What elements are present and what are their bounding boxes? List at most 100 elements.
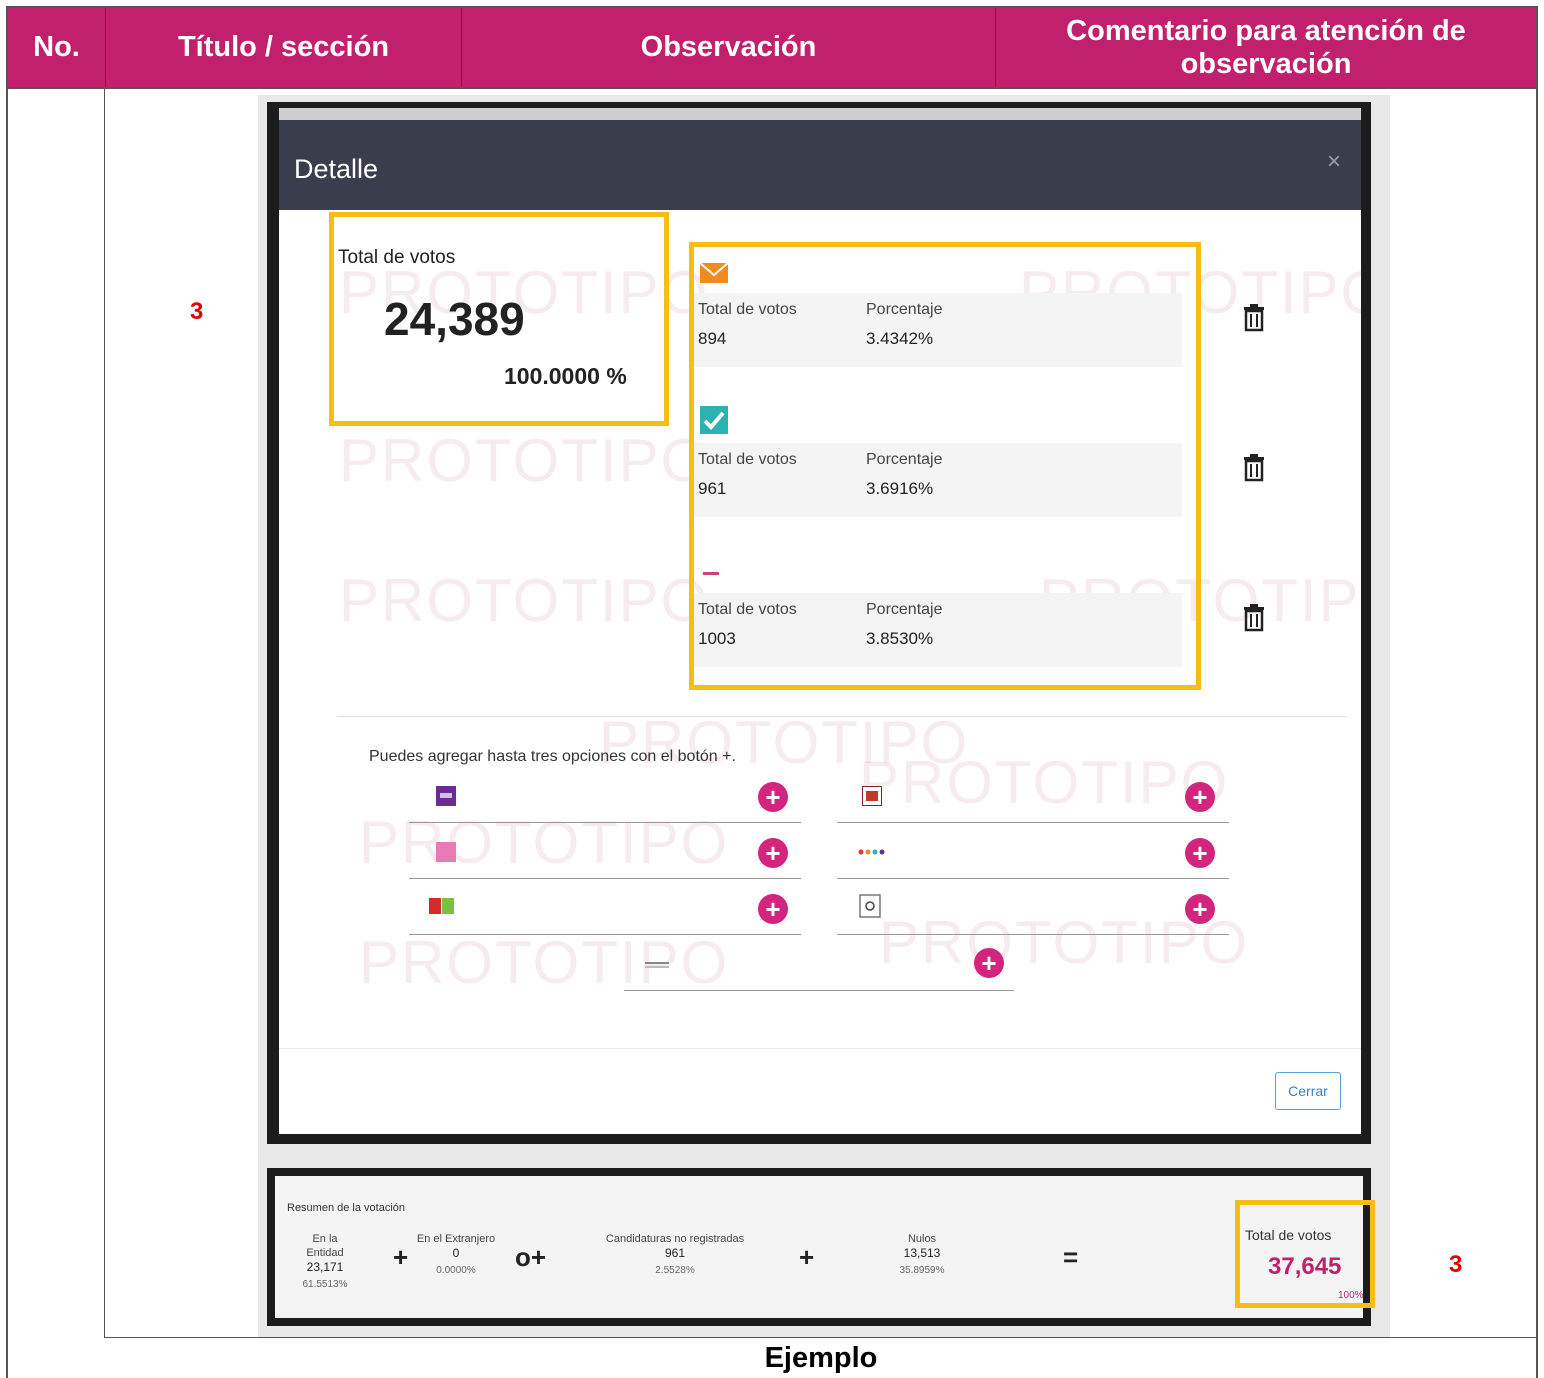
- total-votos-percent: 100.0000 %: [504, 363, 627, 389]
- votes-label: Total de votos: [698, 601, 797, 618]
- modal-content: Detalle × PROTOTIPO PROTOTIPO PROTOTIPO …: [279, 108, 1361, 1134]
- trash-icon[interactable]: [1240, 302, 1268, 332]
- equals-operator: =: [1063, 1242, 1079, 1272]
- percent-value: 3.6916%: [866, 479, 934, 498]
- resumen-content: Resumen de la votación En la Entidad 23,…: [275, 1176, 1375, 1318]
- modal-title: Detalle: [294, 154, 379, 184]
- option-underline: [837, 934, 1229, 935]
- no-registradas-value: 961: [664, 1246, 686, 1260]
- entidad-pct: 61.5513%: [302, 1279, 348, 1290]
- add-option-button[interactable]: +: [758, 838, 788, 868]
- resumen-total-pct: 100%: [1338, 1290, 1364, 1301]
- resumen-total-box: Total de votos 37,645 100%: [1235, 1200, 1375, 1308]
- watermark: PROTOTIPO: [359, 929, 730, 996]
- trash-icon[interactable]: [1240, 602, 1268, 632]
- gray-logo-icon: [645, 962, 669, 968]
- extranjero-pct: 0.0000%: [436, 1265, 476, 1276]
- ci-logo-icon: [859, 894, 881, 918]
- envelope-logo-icon: [699, 262, 729, 283]
- option-underline: [837, 822, 1229, 823]
- pes-logo-icon: [436, 786, 456, 806]
- cerrar-button[interactable]: Cerrar: [1275, 1072, 1341, 1110]
- modal-header: Detalle ×: [279, 120, 1361, 210]
- extranjero-label: En el Extranjero: [416, 1233, 496, 1245]
- candidate-card: Total de votos 961 Porcentaje 3.6916%: [694, 397, 1184, 547]
- percent-label: Porcentaje: [866, 601, 943, 618]
- add-option-button[interactable]: +: [1185, 894, 1215, 924]
- option-underline: [837, 878, 1229, 879]
- add-options-hint: Puedes agregar hasta tres opciones con e…: [369, 748, 736, 765]
- header-no: No.: [8, 8, 106, 87]
- no-registradas-label: Candidaturas no registradas: [605, 1233, 745, 1245]
- detalle-modal: Detalle × PROTOTIPO PROTOTIPO PROTOTIPO …: [267, 102, 1371, 1144]
- percent-label: Porcentaje: [866, 301, 943, 318]
- candidate-card: Total de votos 1003 Porcentaje 3.8530%: [694, 547, 1184, 697]
- watermark: PROTOTIPO: [599, 709, 970, 776]
- trash-icon[interactable]: [1240, 452, 1268, 482]
- watermark: PROTOTIPO: [339, 427, 710, 494]
- background-page-strip: [279, 108, 1361, 120]
- resumen-nulos: Nulos 13,513 35.8959%: [887, 1232, 957, 1278]
- footer-divider: [279, 1048, 1361, 1049]
- plus-operator: +: [799, 1242, 815, 1272]
- no-registradas-pct: 2.5528%: [655, 1265, 695, 1276]
- fxm-logo-icon: [429, 898, 454, 914]
- resumen-total-label: Total de votos: [1245, 1227, 1332, 1243]
- marker-left: 3: [190, 298, 204, 325]
- marker-right: 3: [1449, 1251, 1463, 1278]
- resumen-total-value: 37,645: [1268, 1253, 1342, 1280]
- watermark: PROTOTIPO: [859, 749, 1230, 816]
- column-divider: [104, 89, 105, 1337]
- total-votos-label: Total de votos: [338, 247, 456, 268]
- resumen-title: Resumen de la votación: [287, 1202, 406, 1214]
- resumen-votacion: Resumen de la votación En la Entidad 23,…: [267, 1168, 1375, 1326]
- header-observacion: Observación: [462, 8, 996, 87]
- add-option-button[interactable]: +: [758, 782, 788, 812]
- entidad-value: 23,171: [306, 1260, 344, 1274]
- add-option-button[interactable]: +: [1185, 838, 1215, 868]
- option-underline: [409, 934, 801, 935]
- option-underline: [409, 822, 801, 823]
- votes-label: Total de votos: [698, 301, 797, 318]
- rsp-logo-icon: [436, 842, 456, 862]
- candidates-box: Total de votos 894 Porcentaje 3.4342% To…: [689, 242, 1201, 690]
- total-votos-box: Total de votos 24,389 100.0000 %: [329, 212, 669, 426]
- dash-logo-icon: [703, 572, 719, 575]
- total-votos-value: 24,389: [384, 293, 525, 345]
- nulos-pct: 35.8959%: [899, 1265, 945, 1276]
- add-option-button[interactable]: +: [758, 894, 788, 924]
- watermark: PROTOTIPO: [359, 809, 730, 876]
- nulos-label: Nulos: [907, 1233, 937, 1245]
- resumen-entidad: En la Entidad 23,171 61.5513%: [297, 1232, 353, 1292]
- extranjero-value: 0: [452, 1246, 460, 1260]
- add-option-button[interactable]: +: [974, 948, 1004, 978]
- percent-value: 3.4342%: [866, 329, 934, 348]
- nulos-value: 13,513: [903, 1246, 941, 1260]
- votes-value: 1003: [698, 629, 736, 648]
- option-underline: [409, 878, 801, 879]
- pt-morena-logo-icon: [862, 786, 882, 806]
- multicolor-dots-icon: [858, 849, 885, 855]
- header-comentario: Comentario para atención de observación: [1066, 15, 1466, 80]
- votes-value: 961: [698, 479, 727, 498]
- candidate-card: Total de votos 894 Porcentaje 3.4342%: [694, 247, 1184, 397]
- watermark: PROTOTIPO: [339, 567, 710, 634]
- candidate-row: Total de votos 894 Porcentaje 3.4342%: [694, 293, 1182, 367]
- add-option-button[interactable]: +: [1185, 782, 1215, 812]
- plus-operator: +: [393, 1242, 409, 1272]
- resumen-no-registradas: Candidaturas no registradas 961 2.5528%: [593, 1232, 757, 1278]
- checkmark-logo-icon: [700, 406, 728, 434]
- example-label: Ejemplo: [764, 1342, 878, 1374]
- option-underline: [624, 990, 1014, 991]
- candidate-row: Total de votos 1003 Porcentaje 3.8530%: [694, 593, 1182, 667]
- percent-label: Porcentaje: [866, 451, 943, 468]
- table-header: No. Título / sección Observación Comenta…: [6, 6, 1538, 89]
- close-icon[interactable]: ×: [1327, 148, 1341, 176]
- candidate-row: Total de votos 961 Porcentaje 3.6916%: [694, 443, 1182, 517]
- votes-label: Total de votos: [698, 451, 797, 468]
- entidad-label: En la Entidad: [306, 1233, 344, 1259]
- or-plus-operator: o+: [515, 1242, 547, 1272]
- header-titulo: Título / sección: [106, 8, 462, 87]
- resumen-extranjero: En el Extranjero 0 0.0000%: [413, 1232, 499, 1278]
- percent-value: 3.8530%: [866, 629, 934, 648]
